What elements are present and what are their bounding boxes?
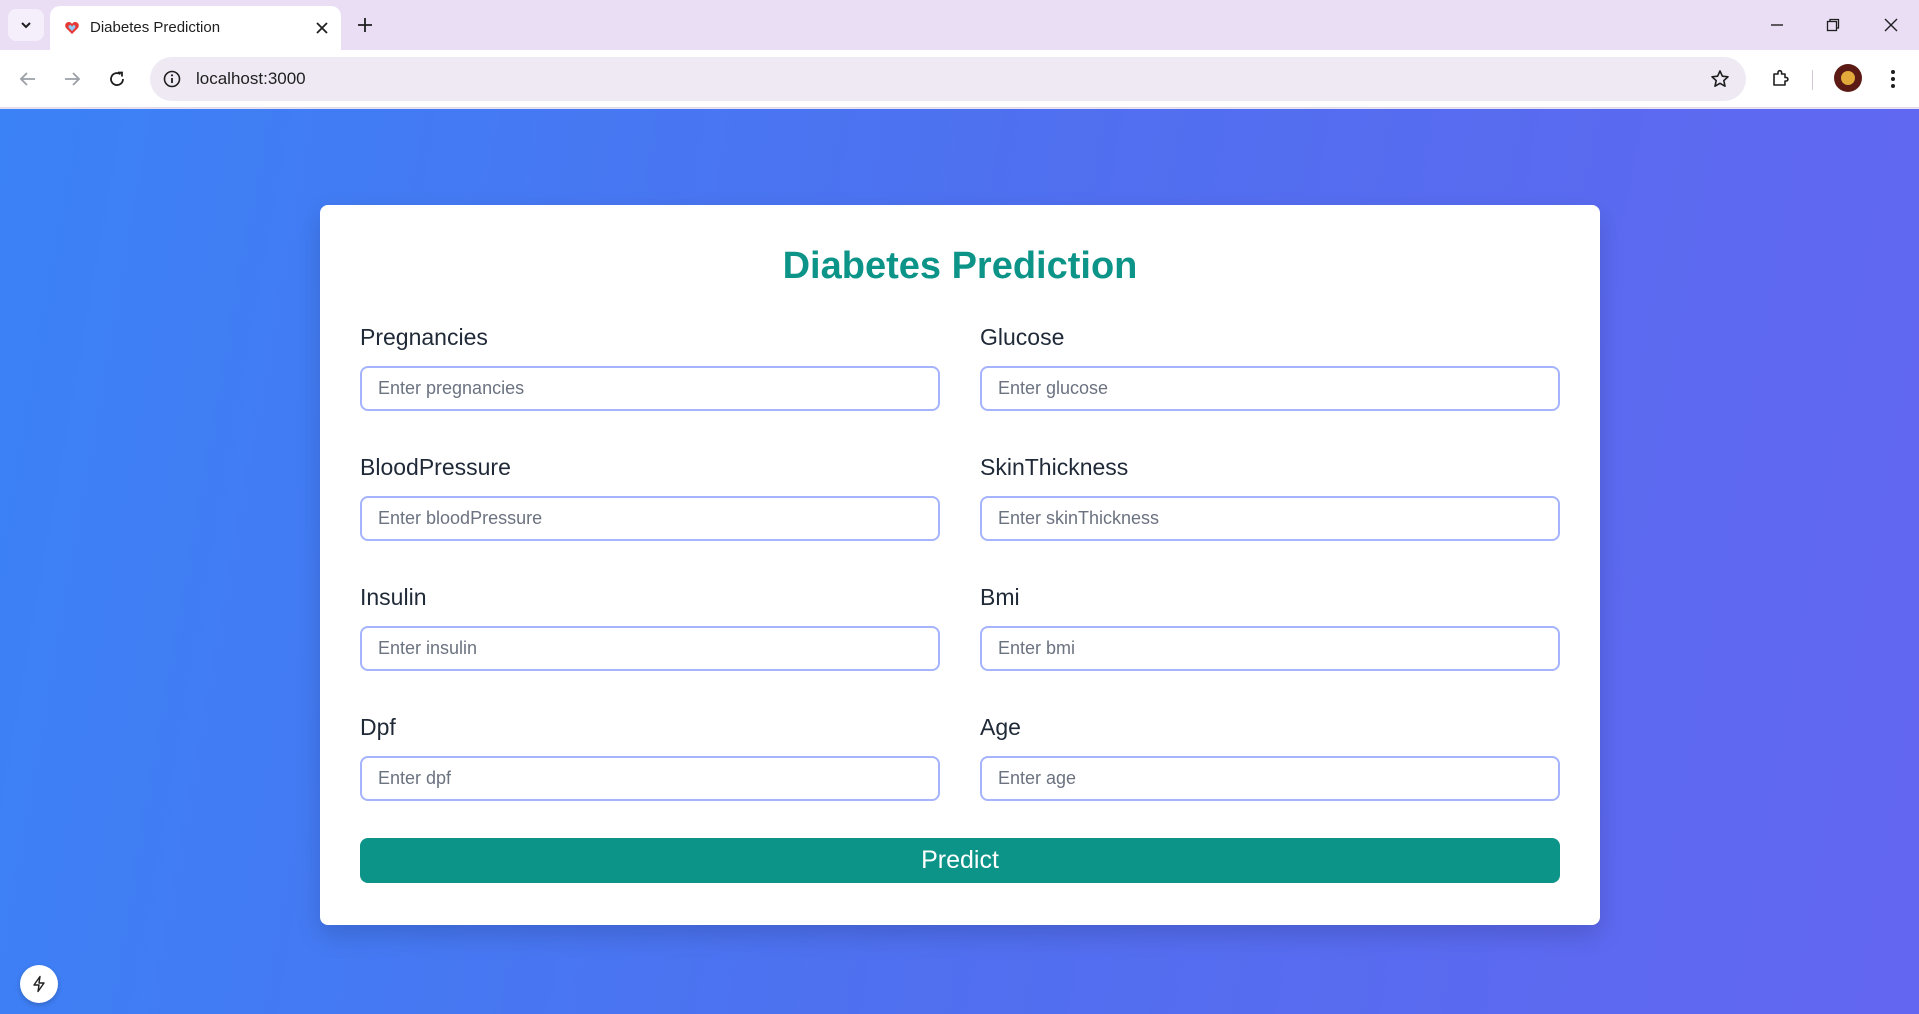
close-icon (1884, 18, 1898, 32)
url-text[interactable]: localhost:3000 (196, 69, 306, 89)
star-icon (1711, 70, 1729, 87)
age-input[interactable] (980, 756, 1560, 801)
arrow-right-icon (65, 72, 81, 86)
avatar-image (1841, 71, 1855, 85)
dev-tools-indicator[interactable] (20, 965, 58, 1003)
bmi-input[interactable] (980, 626, 1560, 671)
tab-active[interactable]: Diabetes Prediction (50, 6, 341, 50)
close-icon (316, 22, 328, 34)
info-icon (163, 70, 181, 88)
browser-menu-button[interactable] (1878, 64, 1908, 94)
pregnancies-input[interactable] (360, 366, 940, 411)
dpf-input[interactable] (360, 756, 940, 801)
new-tab-button[interactable] (352, 12, 378, 38)
bookmark-button[interactable] (1708, 67, 1732, 91)
tab-search-button[interactable] (8, 9, 44, 41)
puzzle-icon (1773, 69, 1789, 86)
dpf-label: Dpf (360, 714, 396, 740)
lightning-icon (33, 975, 45, 993)
arrow-left-icon (19, 72, 35, 86)
skin-thickness-input[interactable] (980, 496, 1560, 541)
page-title: Diabetes Prediction (782, 245, 1138, 287)
prediction-form-card: Diabetes Prediction Pregnancies Glucose … (320, 205, 1600, 925)
close-tab-button[interactable] (312, 18, 332, 38)
blood-pressure-input[interactable] (360, 496, 940, 541)
predict-button[interactable]: Predict (360, 838, 1560, 883)
minimize-icon (1771, 24, 1783, 26)
reload-icon (110, 71, 124, 86)
heart-favicon-icon (65, 22, 79, 34)
avatar[interactable] (1834, 64, 1862, 92)
insulin-label: Insulin (360, 584, 427, 610)
age-label: Age (980, 714, 1021, 740)
reload-button[interactable] (102, 64, 132, 94)
insulin-input[interactable] (360, 626, 940, 671)
blood-pressure-label: BloodPressure (360, 454, 511, 480)
address-bar[interactable]: localhost:3000 (150, 57, 1746, 101)
skin-thickness-label: SkinThickness (980, 454, 1129, 480)
close-window-button[interactable] (1876, 10, 1906, 40)
minimize-button[interactable] (1762, 10, 1792, 40)
glucose-input[interactable] (980, 366, 1560, 411)
glucose-label: Glucose (980, 324, 1065, 350)
site-info-button[interactable] (160, 67, 184, 91)
page-viewport: Diabetes Prediction Pregnancies Glucose … (0, 109, 1919, 1014)
chevron-down-icon (21, 22, 31, 29)
kebab-menu-icon (1891, 70, 1895, 88)
tab-strip: Diabetes Prediction (0, 0, 1919, 50)
plus-icon (358, 18, 372, 32)
back-button[interactable] (13, 64, 43, 94)
bmi-label: Bmi (980, 584, 1020, 610)
forward-button[interactable] (57, 64, 87, 94)
pregnancies-label: Pregnancies (360, 324, 488, 350)
restore-button[interactable] (1818, 10, 1848, 40)
restore-icon (1826, 18, 1840, 32)
browser-toolbar: localhost:3000 (0, 50, 1919, 108)
toolbar-divider (1812, 70, 1813, 90)
tab-title: Diabetes Prediction (90, 19, 221, 36)
extensions-button[interactable] (1766, 63, 1796, 93)
